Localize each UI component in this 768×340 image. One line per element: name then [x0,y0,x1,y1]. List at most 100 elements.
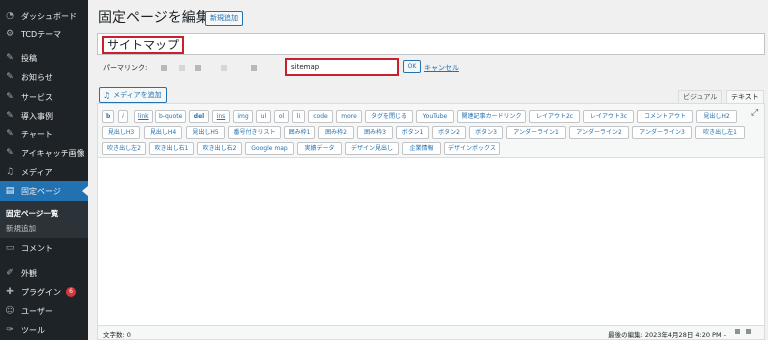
main-content: 固定ページを編集 新規追加 サイトマップ パーマリンク: sitemap OK … [88,0,768,340]
ok-button[interactable]: OK [403,60,421,73]
sidebar-item-pages[interactable]: ▤ 固定ページ [0,181,88,201]
add-media-label: メディアを追加 [113,91,162,99]
add-new-button[interactable]: 新規追加 [205,11,243,26]
quicktag-button[interactable]: レイアウト3c [583,110,634,123]
plugin-icon: ✚ [6,287,14,297]
submenu-add-new[interactable]: 新規追加 [6,223,36,234]
sidebar-item-tcd-theme[interactable]: ⚙ TCDテーマ [0,24,88,44]
pin-icon: ✎ [6,129,14,139]
user-icon: ☺ [5,306,15,316]
pin-icon: ✎ [6,148,14,158]
quicktag-button[interactable]: 吹き出し右1 [149,142,194,155]
quicktag-button[interactable]: ボタン1 [396,126,429,139]
quicktag-button[interactable]: アンダーライン3 [632,126,692,139]
sidebar-item-dashboard[interactable]: ◔ ダッシュボード [0,6,88,26]
sidebar-item-news[interactable]: ✎ お知らせ [0,67,88,87]
quicktag-button[interactable]: 企業情報 [402,142,441,155]
add-media-button[interactable]: ♫ メディアを追加 [99,87,167,103]
quicktag-button[interactable]: デザイン見出し [345,142,399,155]
quicktag-button[interactable]: 吹き出し右2 [197,142,242,155]
admin-sidebar: ◔ ダッシュボード ⚙ TCDテーマ ✎ 投稿 ✎ お知らせ ✎ サービス ✎ … [0,0,88,340]
quicktag-button[interactable]: Google map [245,142,294,155]
permalink-row: パーマリンク: [103,60,258,76]
quicktags-toolbar: ⤢ b i link b-quote del ins img ul ol li code more タグ… [98,104,764,158]
resize-handle-icon[interactable] [735,329,740,334]
sidebar-item-appearance[interactable]: ✐ 外観 [0,263,88,283]
fullscreen-icon[interactable]: ⤢ [751,109,760,118]
pin-icon: ✎ [6,92,14,102]
quicktag-button[interactable]: ボタン2 [432,126,466,139]
brush-icon: ✐ [6,268,14,278]
quicktag-button[interactable]: ins [212,110,230,123]
quicktag-button[interactable]: コメントアウト [637,110,693,123]
quicktag-button[interactable]: b [102,110,115,123]
quicktag-button[interactable]: 実績データ [297,142,342,155]
cancel-link[interactable]: キャンセル [424,63,459,73]
quicktag-button[interactable]: del [189,110,209,123]
sidebar-item-plugins[interactable]: ✚ プラグイン 6 [0,282,88,302]
sidebar-item-tools[interactable]: ✑ ツール [0,320,88,340]
quicktag-button[interactable]: 見出しH3 [102,126,140,139]
gear-icon: ⚙ [5,29,15,39]
quicktag-button[interactable]: 囲み枠1 [284,126,315,139]
redacted-url-block [179,65,186,71]
pin-icon: ✎ [6,72,14,82]
sidebar-item-comments[interactable]: ▭ コメント [0,238,88,258]
quicktag-button[interactable]: code [308,110,333,123]
post-title-text: サイトマップ [102,36,185,54]
quicktag-button[interactable]: img [233,110,253,123]
pages-submenu: 固定ページ一覧 新規追加 [0,201,88,238]
quicktag-button[interactable]: li [292,110,305,123]
quicktag-button[interactable]: 囲み枠3 [357,126,393,139]
quicktag-button[interactable]: ol [274,110,289,123]
quicktag-button[interactable]: 見出しH2 [696,110,737,123]
quicktag-button[interactable]: アンダーライン1 [506,126,566,139]
quicktag-button[interactable]: ul [256,110,271,123]
quicktag-button[interactable]: 囲み枠2 [318,126,354,139]
word-count: 文字数: 0 [103,331,131,339]
page-icon: ▤ [5,186,15,196]
wrench-icon: ✑ [6,325,14,335]
quicktag-button[interactable]: 吹き出し左2 [102,142,146,155]
quicktag-button[interactable]: デザインボックス [444,142,500,155]
quicktag-button[interactable]: link [134,110,153,123]
media-icon: ♫ [103,90,111,100]
submenu-all-pages[interactable]: 固定ページ一覧 [6,208,58,219]
quicktag-button[interactable]: 見出しH4 [144,126,182,139]
sidebar-item-service[interactable]: ✎ サービス [0,87,88,107]
post-title-input[interactable]: サイトマップ [97,33,765,55]
quicktag-button[interactable]: b-quote [155,110,187,123]
page-title: 固定ページを編集 [98,10,210,26]
sidebar-item-case-studies[interactable]: ✎ 導入事例 [0,106,88,126]
quicktag-button[interactable]: 関連記事カードリンク [457,110,526,123]
sidebar-item-media[interactable]: ♫ メディア [0,162,88,182]
redacted-url-block [221,65,228,71]
sidebar-item-chart[interactable]: ✎ チャート [0,124,88,144]
pin-icon: ✎ [6,53,14,63]
resize-handle-icon[interactable] [746,329,751,334]
plugin-update-badge: 6 [66,287,76,297]
last-edited: 最後の編集: 2023年4月28日 4:20 PM - [608,331,726,339]
slug-input[interactable]: sitemap [285,58,399,76]
quicktag-button[interactable]: i [118,110,128,123]
quicktag-button[interactable]: YouTube [416,110,454,123]
quicktag-button[interactable]: more [336,110,362,123]
quicktag-button[interactable]: 吹き出し左1 [695,126,745,139]
quicktag-button[interactable]: 番号付きリスト [228,126,281,139]
quicktag-button[interactable]: タグを閉じる [365,110,413,123]
sidebar-item-eyecatch[interactable]: ✎ アイキャッチ画像 [0,143,88,163]
quicktag-button[interactable]: ボタン3 [469,126,503,139]
redacted-url-block [161,65,168,71]
text-editor: ⤢ b i link b-quote del ins img ul ol li code more タグ… [97,103,765,340]
quicktag-button[interactable]: アンダーライン2 [569,126,629,139]
quicktag-button[interactable]: 見出しH5 [186,126,225,139]
redacted-url-block [251,65,258,71]
comment-icon: ▭ [5,243,15,253]
tab-visual[interactable]: ビジュアル [678,90,723,104]
media-icon: ♫ [5,167,15,177]
quicktag-button[interactable]: レイアウト2c [529,110,580,123]
sidebar-item-posts[interactable]: ✎ 投稿 [0,48,88,68]
sidebar-item-users[interactable]: ☺ ユーザー [0,301,88,321]
permalink-label: パーマリンク: [103,64,148,72]
tab-text[interactable]: テキスト [726,90,764,104]
